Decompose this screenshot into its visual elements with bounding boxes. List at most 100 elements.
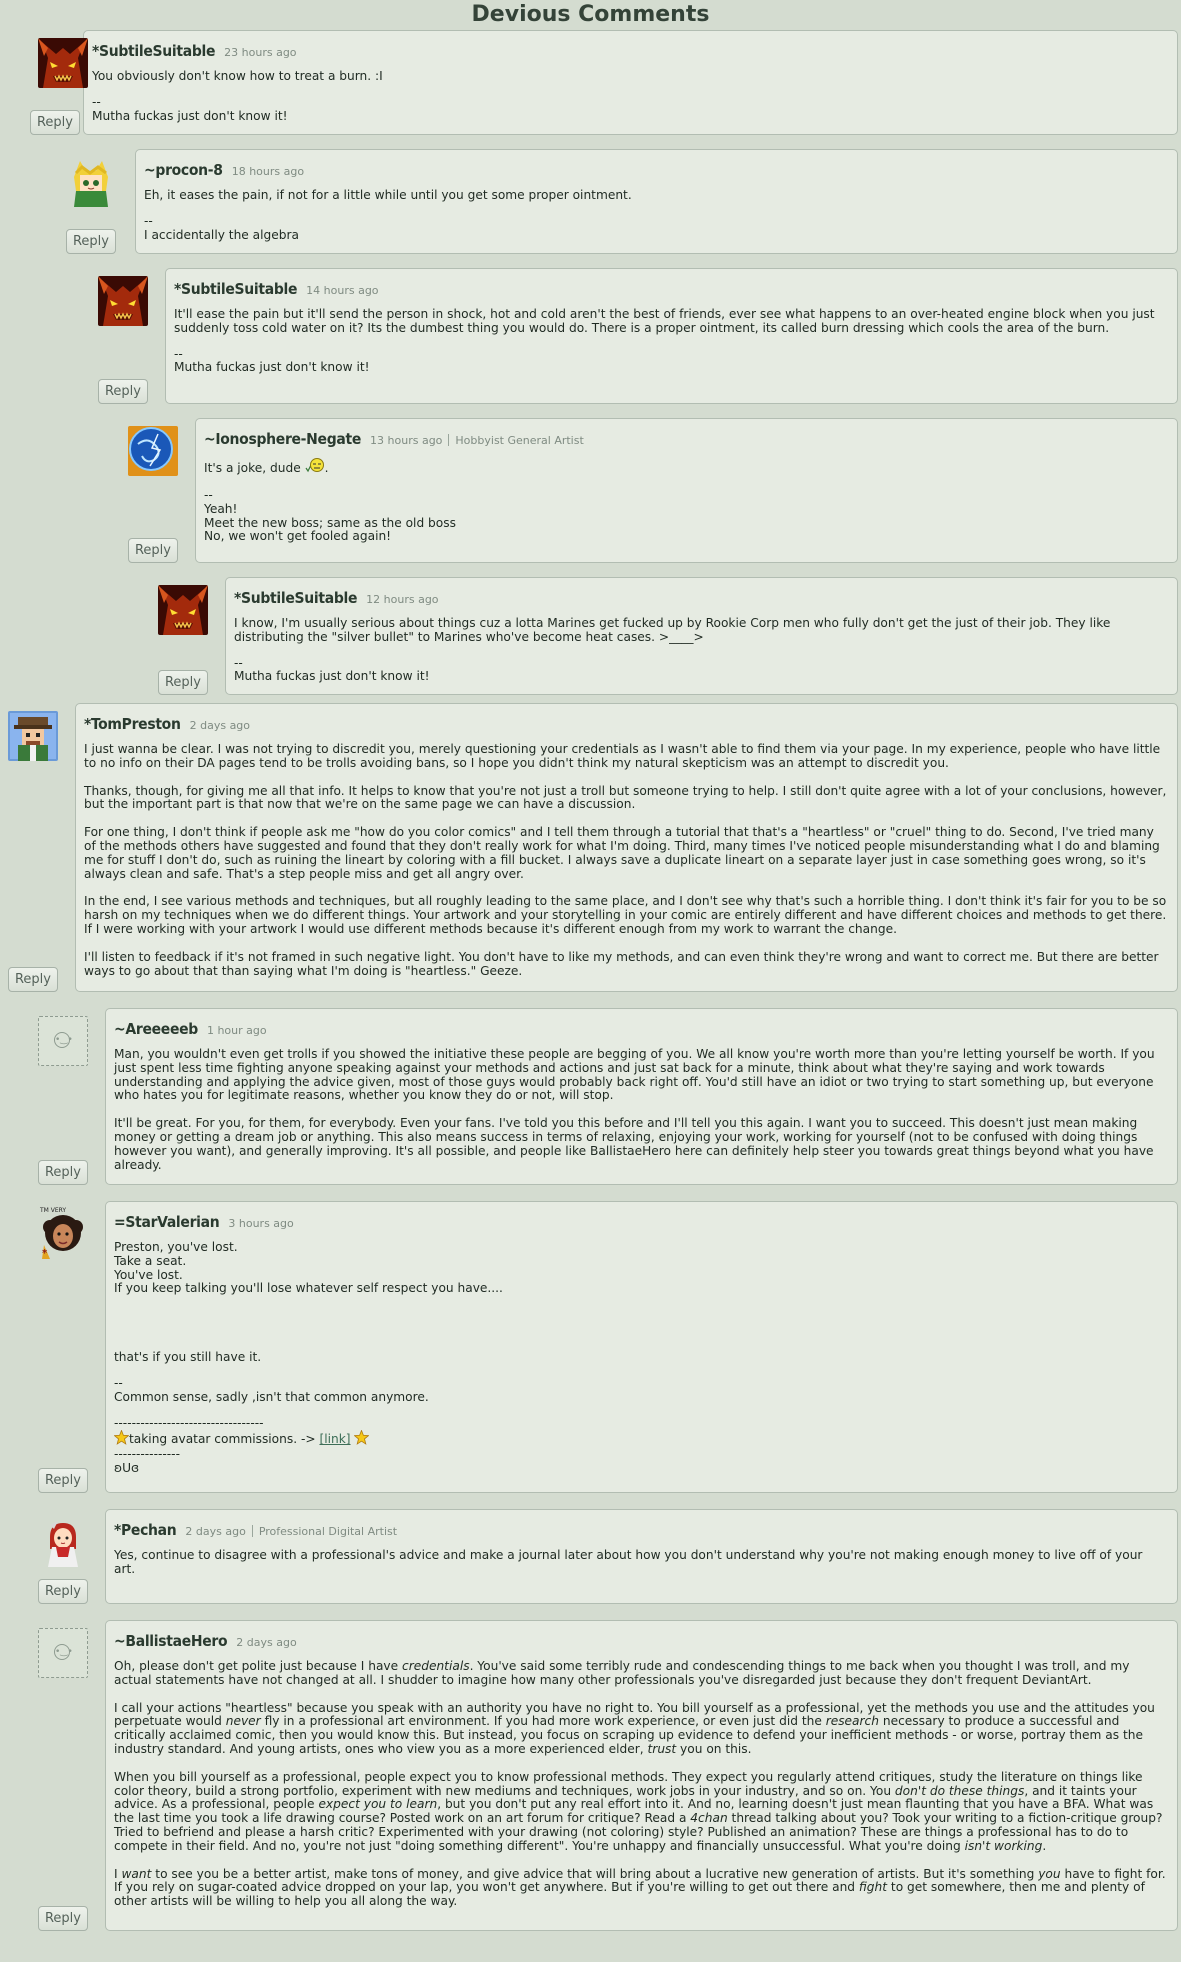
username[interactable]: *SubtileSuitable (92, 42, 215, 60)
username[interactable]: =StarValerian (114, 1213, 220, 1231)
reply-button[interactable]: Reply (38, 1160, 88, 1185)
comment-body: Man, you wouldn't even get trolls if you… (114, 1047, 1167, 1172)
comment: Reply *Pechan 2 days ago Professional Digi… (30, 1509, 1178, 1604)
reply-button[interactable]: Reply (30, 110, 80, 135)
signature-line: No, we won't get fooled again! (204, 529, 392, 544)
comment-paragraph: I'll listen to feedback if it's not fram… (84, 949, 1159, 978)
timestamp[interactable]: 12 hours ago (366, 593, 438, 606)
comment-paragraph: Thanks, though, for giving me all that i… (84, 783, 1167, 812)
comment-paragraph: In the end, I see various methods and te… (84, 894, 1167, 936)
signature-dash: -- (234, 655, 243, 670)
timestamp[interactable]: 18 hours ago (232, 165, 304, 178)
reply-button[interactable]: Reply (38, 1579, 88, 1604)
signature-divider: --------------- (114, 1447, 180, 1462)
default-face-icon: •‿• (54, 1032, 73, 1048)
demon-avatar[interactable] (38, 38, 88, 88)
comment-paragraph: I just wanna be clear. I was not trying … (84, 742, 1161, 770)
comment-paragraph: I call your actions "heartless" because … (114, 1700, 1155, 1756)
timestamp[interactable]: 2 days ago (190, 719, 250, 732)
comment: •‿• Reply ~Areeeeeb 1 hour ago Man, you w… (30, 1008, 1178, 1185)
comment-box: *SubtileSuitable 14 hours ago It'll ease … (165, 268, 1178, 404)
comment-text: It'll ease the pain but it'll send the p… (174, 307, 1155, 335)
comment: TM VERY * Reply =StarValerian 3 hours ago … (30, 1201, 1178, 1493)
comment-body: Yes, continue to disagree with a profess… (114, 1548, 1167, 1577)
reply-button[interactable]: Reply (8, 967, 58, 992)
comment-box: ~Areeeeeb 1 hour ago Man, you wouldn't ev… (105, 1008, 1178, 1185)
signature: -- Mutha fuckas just don't know it! (92, 94, 1167, 124)
signature: -- I accidentally the algebra (144, 213, 1167, 243)
blue-orb-avatar[interactable] (128, 426, 178, 476)
username[interactable]: ~Ionosphere-Negate (204, 430, 361, 448)
joke-end: . (324, 461, 329, 475)
svg-text:*: * (42, 1248, 48, 1259)
comment: Reply ~procon-8 18 hours ago Eh, it eases… (60, 149, 1178, 254)
comment-paragraph: Oh, please don't get polite just because… (114, 1659, 1130, 1687)
comment-thread: Reply *SubtileSuitable 23 hours ago You o… (0, 30, 1181, 1931)
signature-divider: ---------------------------------- (114, 1415, 264, 1430)
reply-button[interactable]: Reply (38, 1468, 88, 1493)
username[interactable]: ~Areeeeeb (114, 1020, 198, 1038)
comment-box: =StarValerian 3 hours ago Preston, you've… (105, 1201, 1178, 1493)
timestamp[interactable]: 1 hour ago (207, 1024, 267, 1037)
signature: -- Mutha fuckas just don't know it! (174, 347, 1167, 376)
username[interactable]: *TomPreston (84, 715, 181, 733)
comment-body: I know, I'm usually serious about things… (234, 616, 1167, 684)
comment-paragraph: When you bill yourself as a professional… (114, 1769, 1163, 1853)
signature-text: Common sense, sadly ,isn't that common a… (114, 1389, 429, 1404)
timestamp[interactable]: 3 hours ago (228, 1217, 293, 1230)
user-role: Hobbyist General Artist (455, 434, 584, 447)
comment-box: *SubtileSuitable 23 hours ago You obvious… (83, 30, 1178, 135)
comment-text: You obviously don't know how to treat a … (92, 69, 383, 83)
default-face-icon: •‿• (54, 1644, 73, 1660)
signature-dash: -- (92, 94, 101, 109)
default-avatar[interactable]: •‿• (38, 1016, 88, 1066)
timestamp[interactable]: 14 hours ago (306, 284, 378, 297)
reply-button[interactable]: Reply (158, 670, 208, 695)
username[interactable]: *SubtileSuitable (174, 280, 297, 298)
comment-body: Preston, you've lost. Take a seat. You'v… (113, 1240, 1167, 1476)
signature-line: Meet the new boss; same as the old boss (204, 515, 456, 530)
comment-body: It's a joke, dude . -- Yeah! Meet the ne… (204, 458, 1167, 544)
username[interactable]: *SubtileSuitable (234, 589, 357, 607)
signature-text: Mutha fuckas just don't know it! (92, 108, 288, 123)
star-icon (353, 1429, 370, 1446)
comment-paragraph: For one thing, I don't think if people a… (84, 825, 1160, 881)
curly-hair-avatar[interactable]: TM VERY * (38, 1205, 88, 1259)
comment-line: If you keep talking you'll lose whatever… (114, 1281, 503, 1296)
signature-dash: -- (144, 213, 153, 228)
username[interactable]: ~procon-8 (144, 161, 223, 179)
comment-line: Preston, you've lost. (114, 1240, 238, 1254)
blonde-catgirl-avatar[interactable] (66, 157, 116, 207)
demon-avatar[interactable] (158, 585, 208, 635)
demon-avatar[interactable] (98, 276, 148, 326)
signature-line: Yeah! (204, 501, 238, 516)
timestamp[interactable]: 2 days ago (236, 1636, 296, 1649)
comment-body: It'll ease the pain but it'll send the p… (174, 307, 1167, 376)
comment-text: I know, I'm usually serious about things… (234, 616, 1111, 644)
reply-button[interactable]: Reply (128, 538, 178, 563)
comment-line: that's if you still have it. (114, 1350, 262, 1365)
username[interactable]: *Pechan (114, 1521, 177, 1539)
timestamp[interactable]: 2 days ago (185, 1525, 245, 1538)
comment-paragraph: Man, you wouldn't even get trolls if you… (114, 1047, 1155, 1103)
comment: Reply ~Ionosphere-Negate 13 hours ago Hobb… (120, 418, 1178, 563)
comment-text: It's a joke, dude . (204, 458, 1167, 477)
timestamp[interactable]: 13 hours ago (370, 434, 442, 447)
default-avatar[interactable]: •‿• (38, 1628, 88, 1678)
reply-button[interactable]: Reply (38, 1906, 88, 1931)
username[interactable]: ~BallistaeHero (114, 1632, 228, 1650)
separator (251, 1524, 253, 1537)
comment-box: ~Ionosphere-Negate 13 hours ago Hobbyist G… (195, 418, 1178, 563)
reply-button[interactable]: Reply (98, 379, 148, 404)
redhead-avatar[interactable] (38, 1517, 88, 1567)
separator (448, 433, 450, 446)
commission-line: taking avatar commissions. -> [link] (113, 1429, 1167, 1448)
signature-text: I accidentally the algebra (144, 227, 299, 242)
page-title: Devious Comments (471, 2, 710, 27)
reply-button[interactable]: Reply (66, 229, 116, 254)
pixel-cowboy-avatar[interactable] (8, 711, 58, 761)
user-role: Professional Digital Artist (258, 1525, 398, 1538)
timestamp[interactable]: 23 hours ago (224, 46, 296, 59)
commission-link[interactable]: [link] (319, 1432, 350, 1446)
sarcastic-smiley-icon (305, 458, 325, 474)
